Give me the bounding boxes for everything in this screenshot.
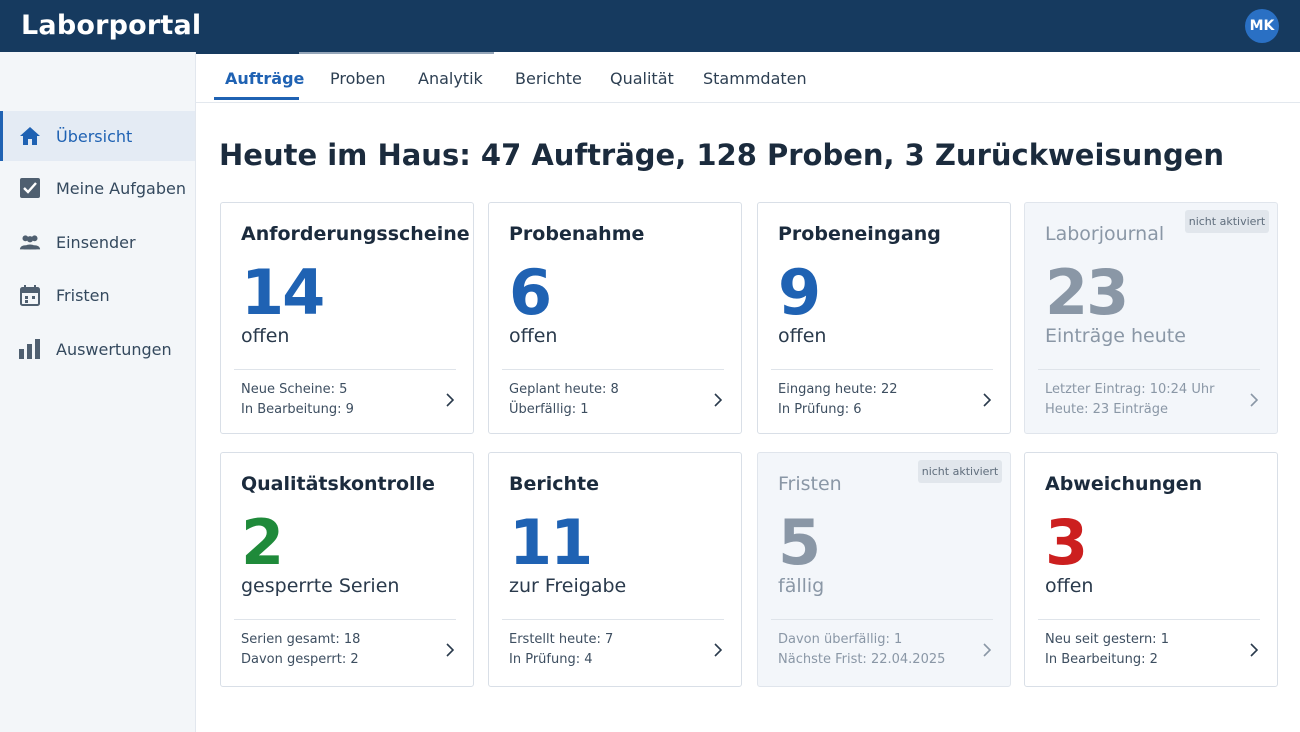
user-avatar[interactable]: MK bbox=[1245, 9, 1279, 43]
tab-stammdaten[interactable]: Stammdaten bbox=[703, 69, 807, 88]
card-detail: Eingang heute: 22 bbox=[778, 382, 898, 397]
tab-bar-accent bbox=[196, 52, 299, 54]
sidebar-item-label: Meine Aufgaben bbox=[56, 178, 186, 198]
tab-bar-accent bbox=[299, 52, 494, 54]
page-headline: Heute im Haus: 47 Aufträge, 128 Proben, … bbox=[219, 138, 1225, 172]
tab-analytik[interactable]: Analytik bbox=[418, 69, 483, 88]
card-divider bbox=[771, 619, 993, 620]
card-subtitle: offen bbox=[509, 325, 558, 347]
card-abweichungen[interactable]: Abweichungen 3 offen Neu seit gestern: 1… bbox=[1024, 452, 1278, 687]
tab-berichte[interactable]: Berichte bbox=[515, 69, 582, 88]
card-berichte[interactable]: Berichte 11 zur Freigabe Erstellt heute:… bbox=[488, 452, 742, 687]
card-detail: In Bearbeitung: 2 bbox=[1045, 652, 1158, 667]
card-probenahme[interactable]: Probenahme 6 offen Geplant heute: 8 Über… bbox=[488, 202, 742, 434]
sidebar-item-label: Übersicht bbox=[56, 126, 133, 146]
card-subtitle: offen bbox=[241, 325, 290, 347]
sidebar-item-fristen[interactable]: Fristen bbox=[0, 270, 195, 320]
sidebar: Übersicht Meine Aufgaben Einsender Frist… bbox=[0, 52, 196, 732]
card-value: 14 bbox=[241, 256, 325, 329]
chevron-right-icon[interactable] bbox=[981, 641, 993, 659]
card-divider bbox=[771, 369, 993, 370]
card-title: Qualitätskontrolle bbox=[241, 473, 435, 495]
card-detail: Neue Scheine: 5 bbox=[241, 382, 348, 397]
card-probeneingang[interactable]: Probeneingang 9 offen Eingang heute: 22 … bbox=[757, 202, 1011, 434]
sidebar-item-einsender[interactable]: Einsender bbox=[0, 217, 195, 267]
card-detail: Erstellt heute: 7 bbox=[509, 632, 614, 647]
card-title: Berichte bbox=[509, 473, 600, 495]
card-divider bbox=[502, 619, 724, 620]
card-value: 9 bbox=[778, 256, 821, 329]
card-subtitle: Einträge heute bbox=[1045, 325, 1186, 347]
card-detail: Serien gesamt: 18 bbox=[241, 632, 361, 647]
tab-bar: Aufträge Proben Analytik Berichte Qualit… bbox=[196, 52, 1300, 103]
card-title: Fristen bbox=[778, 473, 842, 495]
sidebar-item-label: Auswertungen bbox=[56, 339, 172, 359]
home-icon bbox=[19, 125, 41, 147]
card-value: 3 bbox=[1045, 506, 1088, 579]
card-title: Anforderungsscheine bbox=[241, 223, 470, 245]
card-title: Probenahme bbox=[509, 223, 645, 245]
card-detail: Überfällig: 1 bbox=[509, 402, 589, 417]
card-detail: Geplant heute: 8 bbox=[509, 382, 619, 397]
chevron-right-icon[interactable] bbox=[1248, 391, 1260, 409]
active-tab-indicator bbox=[214, 97, 299, 100]
card-value: 6 bbox=[509, 256, 552, 329]
status-badge: nicht aktiviert bbox=[1185, 210, 1269, 233]
card-title: Laborjournal bbox=[1045, 223, 1165, 245]
chevron-right-icon[interactable] bbox=[712, 391, 724, 409]
card-fristen[interactable]: nicht aktiviert Fristen 5 fällig Davon ü… bbox=[757, 452, 1011, 687]
chevron-right-icon[interactable] bbox=[444, 391, 456, 409]
chevron-right-icon[interactable] bbox=[1248, 641, 1260, 659]
card-detail: In Bearbeitung: 9 bbox=[241, 402, 354, 417]
tab-auftraege[interactable]: Aufträge bbox=[225, 69, 304, 88]
sidebar-item-label: Fristen bbox=[56, 285, 110, 305]
card-detail: Neu seit gestern: 1 bbox=[1045, 632, 1169, 647]
card-detail: In Prüfung: 6 bbox=[778, 402, 862, 417]
card-subtitle: gesperrte Serien bbox=[241, 575, 400, 597]
card-subtitle: fällig bbox=[778, 575, 825, 597]
card-detail: Nächste Frist: 22.04.2025 bbox=[778, 652, 946, 667]
card-anforderungsscheine[interactable]: Anforderungsscheine 14 offen Neue Schein… bbox=[220, 202, 474, 434]
card-value: 5 bbox=[778, 506, 821, 579]
card-divider bbox=[1038, 369, 1260, 370]
card-laborjournal[interactable]: nicht aktiviert Laborjournal 23 Einträge… bbox=[1024, 202, 1278, 434]
card-divider bbox=[502, 369, 724, 370]
sidebar-item-auswertungen[interactable]: Auswertungen bbox=[0, 324, 195, 374]
card-detail: Heute: 23 Einträge bbox=[1045, 402, 1169, 417]
tab-proben[interactable]: Proben bbox=[330, 69, 386, 88]
card-detail: Davon überfällig: 1 bbox=[778, 632, 903, 647]
sidebar-item-meine-aufgaben[interactable]: Meine Aufgaben bbox=[0, 163, 195, 213]
sidebar-item-uebersicht[interactable]: Übersicht bbox=[0, 111, 195, 161]
top-bar: Laborportal MK bbox=[0, 0, 1300, 52]
card-subtitle: offen bbox=[778, 325, 827, 347]
card-detail: In Prüfung: 4 bbox=[509, 652, 593, 667]
card-qualitaetskontrolle[interactable]: Qualitätskontrolle 2 gesperrte Serien Se… bbox=[220, 452, 474, 687]
app-title: Laborportal bbox=[21, 10, 202, 41]
sidebar-item-label: Einsender bbox=[56, 232, 136, 252]
card-subtitle: zur Freigabe bbox=[509, 575, 627, 597]
card-detail: Letzter Eintrag: 10:24 Uhr bbox=[1045, 382, 1215, 397]
chevron-right-icon[interactable] bbox=[712, 641, 724, 659]
status-badge: nicht aktiviert bbox=[918, 460, 1002, 483]
card-divider bbox=[234, 619, 456, 620]
bar-chart-icon bbox=[19, 338, 41, 360]
card-title: Abweichungen bbox=[1045, 473, 1203, 495]
card-divider bbox=[1038, 619, 1260, 620]
card-value: 23 bbox=[1045, 256, 1129, 329]
calendar-icon bbox=[19, 284, 41, 306]
card-divider bbox=[234, 369, 456, 370]
chevron-right-icon[interactable] bbox=[981, 391, 993, 409]
card-subtitle: offen bbox=[1045, 575, 1094, 597]
tab-qualitaet[interactable]: Qualität bbox=[610, 69, 674, 88]
card-detail: Davon gesperrt: 2 bbox=[241, 652, 359, 667]
card-value: 11 bbox=[509, 506, 593, 579]
checkbox-icon bbox=[19, 177, 41, 199]
people-icon bbox=[19, 231, 41, 253]
card-value: 2 bbox=[241, 506, 284, 579]
chevron-right-icon[interactable] bbox=[444, 641, 456, 659]
card-title: Probeneingang bbox=[778, 223, 941, 245]
